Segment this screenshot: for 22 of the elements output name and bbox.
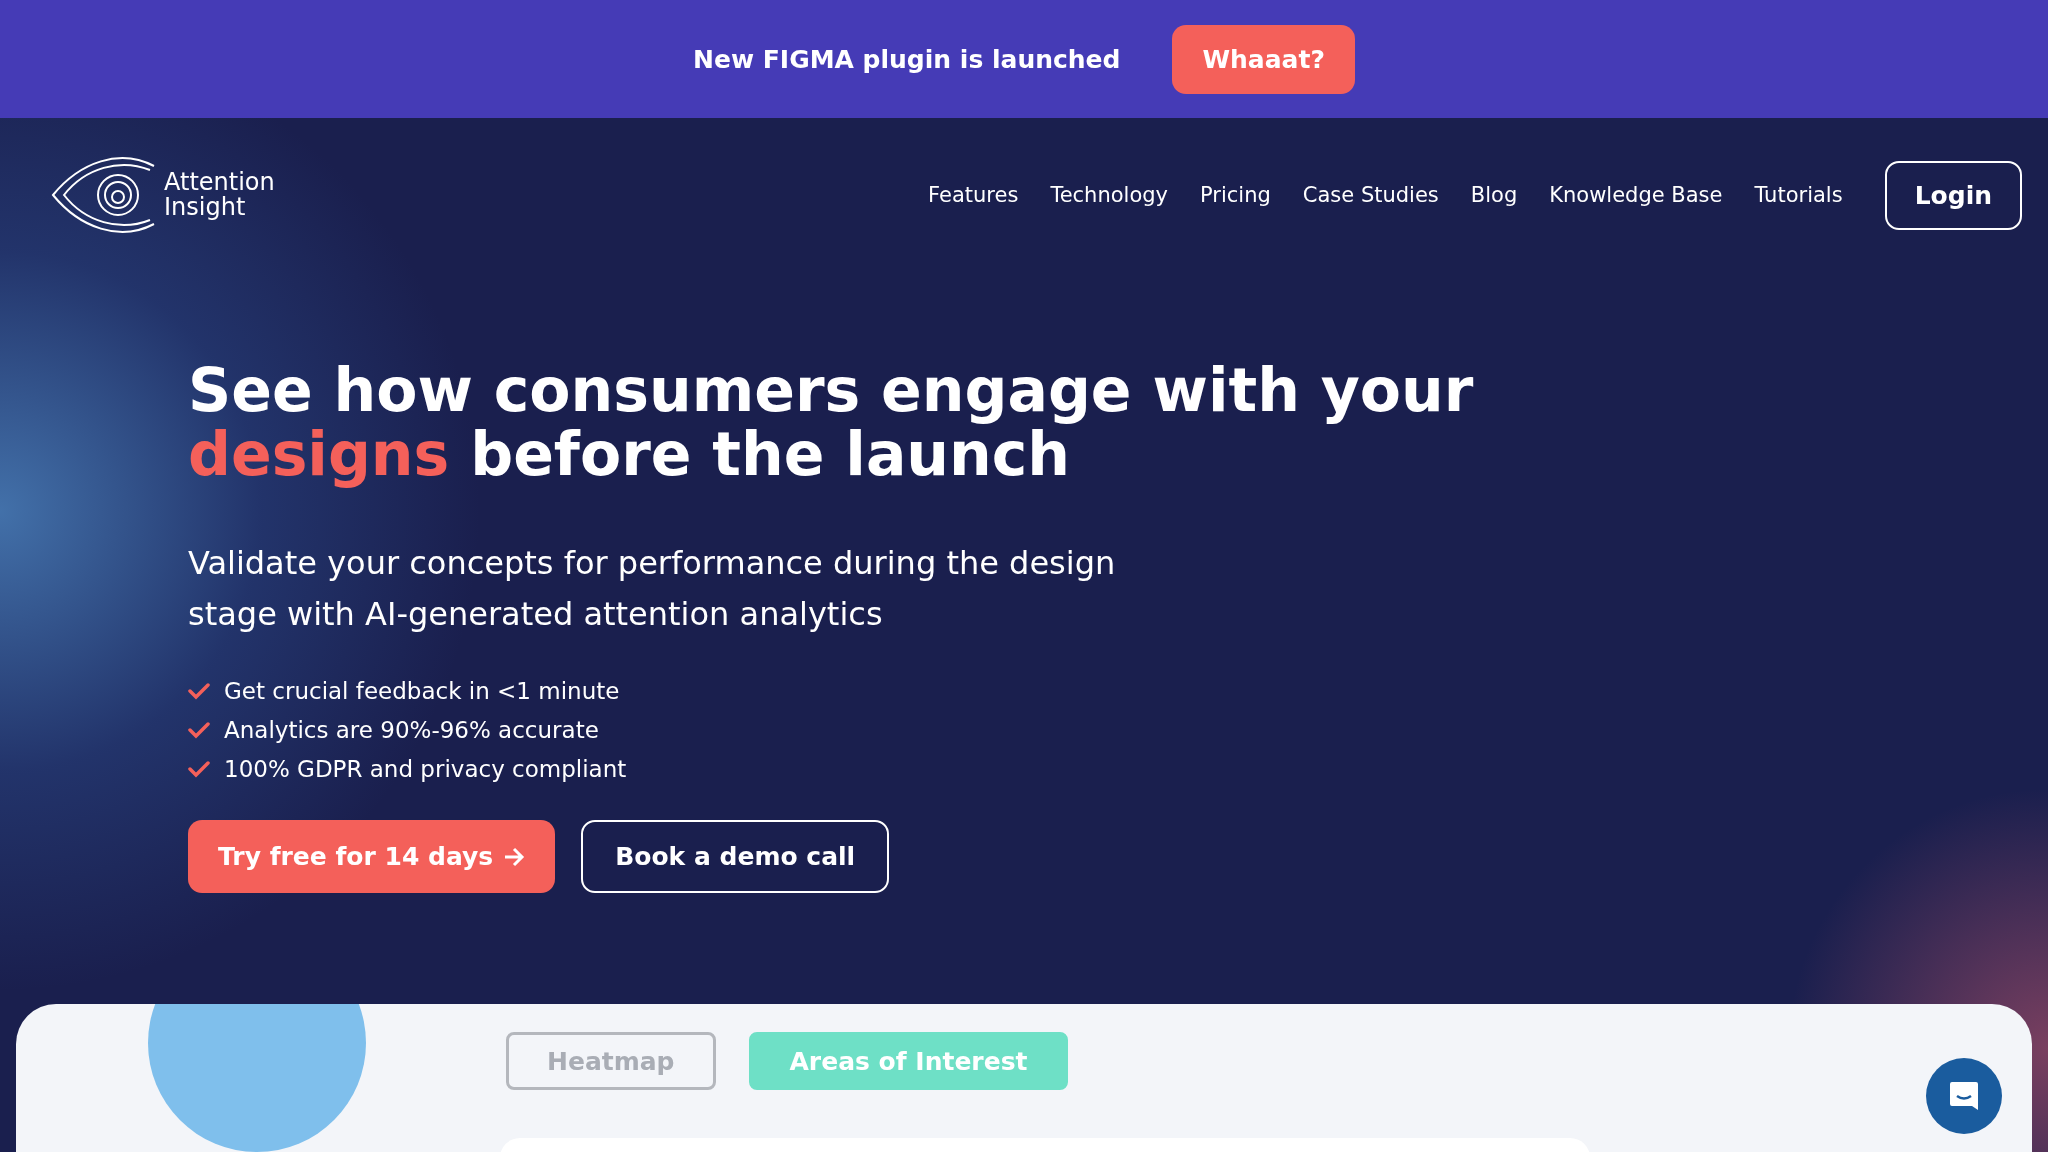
logo-text: Attention (164, 169, 275, 195)
logo-text: Insight (164, 195, 247, 221)
check-icon (188, 682, 210, 700)
demo-button[interactable]: Book a demo call (581, 820, 890, 893)
announcement-text: New FIGMA plugin is launched (693, 44, 1121, 74)
nav-link[interactable]: Pricing (1200, 183, 1271, 207)
check-icon (188, 760, 210, 778)
feature-text: Get crucial feedback in <1 minute (224, 678, 620, 704)
nav-link[interactable]: Knowledge Base (1549, 183, 1723, 207)
chat-icon (1947, 1079, 1981, 1113)
check-icon (188, 721, 210, 739)
nav-link[interactable]: Technology (1050, 183, 1169, 207)
nav-link[interactable]: Tutorials (1754, 183, 1843, 207)
arrow-right-icon (503, 846, 526, 867)
nav-link[interactable]: Case Studies (1302, 183, 1439, 207)
feature-text: Analytics are 90%-96% accurate (224, 717, 599, 743)
hero-headline: See how consumers engage with your designs before the launch (188, 358, 1475, 486)
login-button[interactable]: Login (1884, 160, 2022, 230)
hero-subtitle: Validate your concepts for performance during the design stage with AI-generated attention analytics (188, 543, 1117, 635)
nav-link[interactable]: Features (928, 183, 1019, 207)
nav-link[interactable]: Blog (1470, 183, 1518, 207)
feature-text: 100% GDPR and privacy compliant (224, 756, 627, 782)
